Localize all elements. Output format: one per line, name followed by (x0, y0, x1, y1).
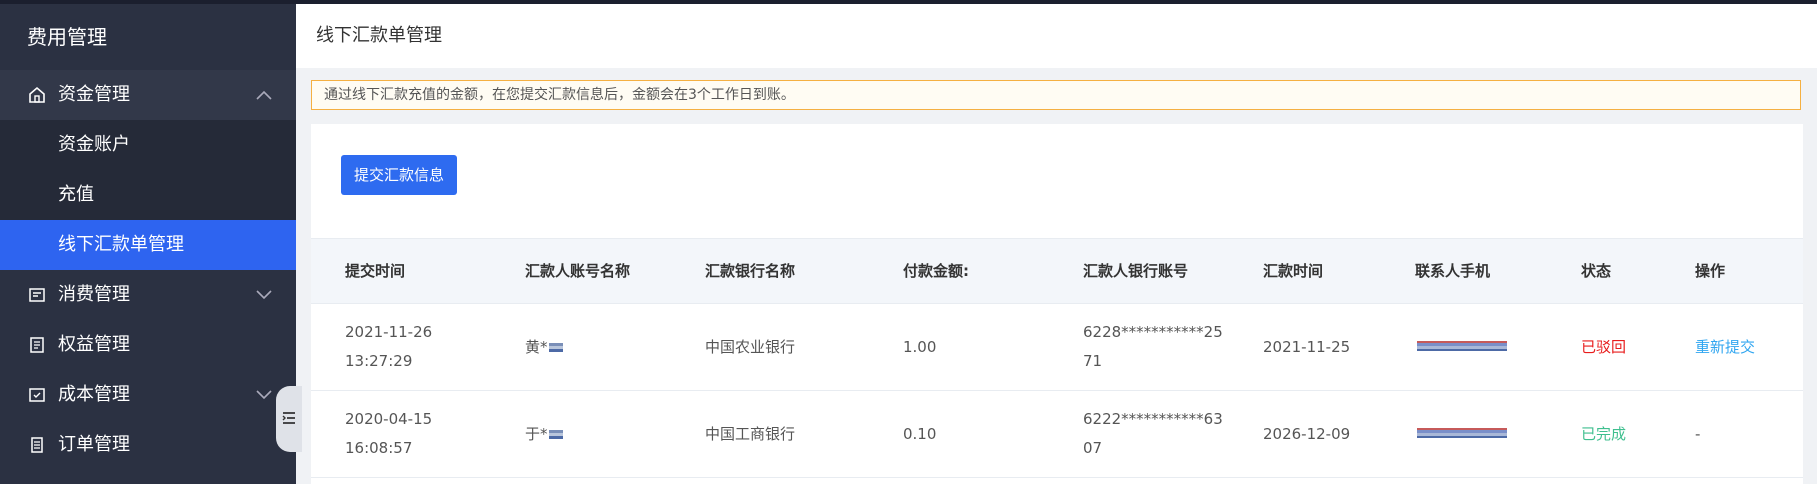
sidebar-item-consumption[interactable]: 消费管理 (0, 270, 296, 320)
cell-submit-time: 2021-11-26 13:27:29 (345, 323, 433, 370)
cell-account-name: 黄* (525, 304, 563, 390)
column-header-remit-time: 汇款时间 (1263, 262, 1324, 280)
cell-account-name: 于* (525, 391, 563, 477)
column-header-amount: 付款金额: (903, 262, 969, 280)
column-header-account-number: 汇款人银行账号 (1083, 262, 1189, 280)
cell-submit-time: 2020-04-15 16:08:57 (345, 410, 433, 457)
masked-phone-icon (1417, 341, 1507, 351)
sidebar-item-cost[interactable]: 成本管理 (0, 370, 296, 420)
cost-icon (26, 384, 48, 406)
table-row: 2020-04-15 16:08:57 于* 中国工商银行 0.10 6222*… (311, 391, 1803, 478)
sidebar: 费用管理 资金管理 资金账户 充值 线下汇款单管理 消费管理 权益管理 成本管理… (0, 4, 296, 484)
cell-amount: 1.00 (903, 338, 937, 356)
resubmit-link[interactable]: 重新提交 (1695, 304, 1755, 390)
column-header-status: 状态 (1581, 262, 1612, 280)
chevron-up-icon (256, 70, 272, 120)
cell-bank: 中国农业银行 (705, 338, 796, 356)
order-icon (26, 434, 48, 456)
cell-remit-time: 2026-12-09 (1263, 425, 1351, 443)
masked-phone-icon (1417, 428, 1507, 438)
page-title: 线下汇款单管理 (316, 25, 442, 46)
sidebar-item-orders[interactable]: 订单管理 (0, 420, 296, 470)
content-panel: 提交汇款信息 提交时间 汇款人账号名称 汇款银行名称 付款金额: 汇款人银行账号… (311, 124, 1803, 484)
page-header: 线下汇款单管理 (296, 4, 1817, 68)
submenu-funds: 资金账户 充值 线下汇款单管理 (0, 120, 296, 270)
cell-amount: 0.10 (903, 425, 937, 443)
menu-fold-icon (282, 410, 296, 429)
masked-name-icon (548, 430, 563, 439)
sidebar-collapse-toggle[interactable] (276, 386, 302, 452)
column-header-contact-phone: 联系人手机 (1415, 262, 1491, 280)
status-badge: 已完成 (1581, 425, 1627, 443)
sidebar-item-label: 权益管理 (58, 334, 130, 355)
masked-name-icon (548, 343, 563, 352)
sidebar-item-rights[interactable]: 权益管理 (0, 320, 296, 370)
sidebar-item-label: 订单管理 (58, 434, 130, 455)
sidebar-item-label: 成本管理 (58, 384, 130, 405)
expense-icon (26, 284, 48, 306)
sidebar-item-funds[interactable]: 资金管理 (0, 70, 296, 120)
home-icon (26, 84, 48, 106)
cell-account-number: 6222***********63 07 (1083, 410, 1223, 457)
status-badge: 已驳回 (1581, 338, 1627, 356)
column-header-account-name: 汇款人账号名称 (525, 262, 631, 280)
table-header: 提交时间 汇款人账号名称 汇款银行名称 付款金额: 汇款人银行账号 汇款时间 联… (311, 238, 1803, 304)
notice-banner: 通过线下汇款充值的金额，在您提交汇款信息后，金额会在3个工作日到账。 (311, 80, 1801, 110)
sidebar-subitem-fund-account[interactable]: 资金账户 (0, 120, 296, 170)
chevron-down-icon (256, 370, 272, 420)
cell-bank: 中国工商银行 (705, 425, 796, 443)
submit-remittance-button[interactable]: 提交汇款信息 (341, 155, 457, 195)
cell-remit-time: 2021-11-25 (1263, 338, 1351, 356)
cell-account-number: 6228***********25 71 (1083, 323, 1223, 370)
column-header-action: 操作 (1695, 262, 1726, 280)
sidebar-subitem-offline-remittance[interactable]: 线下汇款单管理 (0, 220, 296, 270)
sidebar-title: 费用管理 (27, 25, 107, 49)
action-placeholder: - (1695, 425, 1701, 443)
sidebar-subitem-recharge[interactable]: 充值 (0, 170, 296, 220)
column-header-submit-time: 提交时间 (345, 262, 406, 280)
sidebar-item-label: 消费管理 (58, 284, 130, 305)
rights-icon (26, 334, 48, 356)
sidebar-item-label: 资金管理 (58, 84, 130, 105)
chevron-down-icon (256, 270, 272, 320)
remittance-table: 提交时间 汇款人账号名称 汇款银行名称 付款金额: 汇款人银行账号 汇款时间 联… (311, 238, 1803, 478)
column-header-bank: 汇款银行名称 (705, 262, 796, 280)
table-row: 2021-11-26 13:27:29 黄* 中国农业银行 1.00 6228*… (311, 304, 1803, 391)
